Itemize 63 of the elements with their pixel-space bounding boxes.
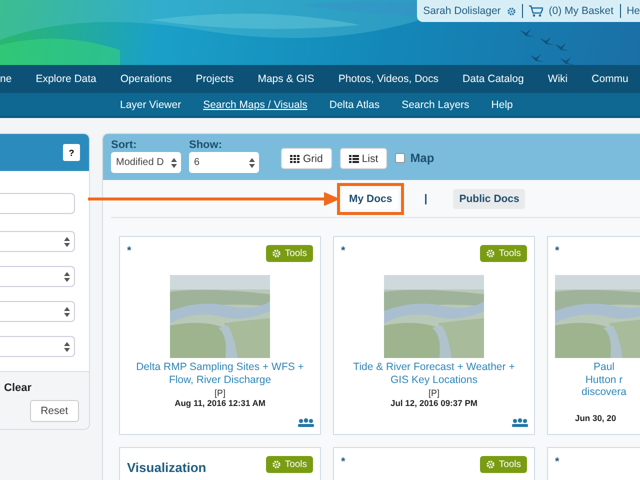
map-checkbox[interactable] [395, 153, 406, 163]
help-link[interactable]: He [626, 5, 640, 17]
star-mark: * [127, 245, 132, 257]
clear-link[interactable]: Clear [4, 382, 32, 394]
select-field[interactable] [0, 266, 75, 287]
doc-title-link[interactable]: Paul Hutton r discovera [575, 361, 633, 399]
doc-title-link[interactable]: Tide & River Forecast + Weather + GIS Key Locations [341, 361, 527, 386]
tab[interactable]: Public Docs [453, 188, 526, 208]
gear-icon [486, 460, 495, 469]
select-field[interactable] [0, 336, 75, 357]
doc-flag-label: [P] [214, 388, 226, 398]
sub-nav-item[interactable]: Layer Viewer [120, 98, 182, 110]
star-mark: * [555, 456, 560, 468]
select-arrows-icon [171, 158, 177, 168]
nav-item[interactable]: Explore Data [24, 73, 108, 85]
nav-item[interactable]: ne [0, 73, 24, 85]
map-label: Map [410, 151, 434, 165]
show-select[interactable]: 6 [189, 152, 259, 173]
select-arrows-icon [64, 272, 70, 282]
doc-title-link[interactable]: Delta RMP Sampling Sites + WFS + Flow, River Discharge [127, 361, 313, 386]
grid-button[interactable]: Grid [281, 148, 332, 169]
sub-nav-item[interactable]: Help [491, 98, 513, 110]
select-arrows-icon [64, 342, 70, 352]
select-field[interactable] [0, 231, 75, 252]
select-arrows-icon [64, 306, 70, 316]
nav-item[interactable]: Projects [184, 73, 246, 85]
list-icon [348, 154, 359, 162]
tab-separator: | [424, 192, 428, 204]
sort-select[interactable]: Modified D [111, 152, 181, 173]
doc-date: Aug 11, 2016 12:31 AM [174, 398, 266, 408]
tab[interactable]: My Docs [343, 188, 398, 208]
nav-item[interactable]: Photos, Videos, Docs [326, 73, 451, 85]
gear-icon [272, 460, 281, 469]
star-mark: * [555, 245, 560, 257]
reset-button[interactable]: Reset [30, 400, 79, 422]
select-field[interactable] [0, 301, 75, 322]
card-heading: Visualization [127, 460, 206, 475]
gear-icon [272, 249, 281, 258]
star-mark: * [341, 245, 346, 257]
grid-icon [290, 154, 300, 162]
star-mark: * [341, 456, 346, 468]
basket-link[interactable]: (0) My Basket [548, 5, 614, 17]
sub-nav-item[interactable]: Delta Atlas [329, 98, 380, 110]
sub-nav-item[interactable]: Search Maps / Visuals [203, 98, 308, 110]
nav-item[interactable]: Commu [580, 73, 640, 85]
gear-icon [486, 249, 495, 258]
help-button[interactable]: ? [63, 144, 80, 161]
list-button[interactable]: List [340, 148, 388, 169]
select-arrows-icon [64, 236, 70, 246]
nav-item[interactable]: Operations [108, 73, 184, 85]
cart-icon[interactable] [528, 5, 543, 17]
doc-date: Jul 12, 2016 09:37 PM [390, 398, 478, 408]
nav-item[interactable]: Data Catalog [450, 73, 536, 85]
nav-item[interactable]: Maps & GIS [246, 73, 326, 85]
sort-label: Sort: [111, 139, 138, 151]
doc-date: Jun 30, 20 [575, 412, 616, 423]
doc-flag-label: [P] [428, 388, 440, 398]
show-label: Show: [189, 139, 223, 151]
input-field[interactable] [0, 193, 75, 214]
select-arrows-icon [249, 158, 255, 168]
gear-icon [506, 6, 516, 16]
nav-item[interactable]: Wiki [536, 73, 580, 85]
sub-nav-item[interactable]: Search Layers [402, 98, 470, 110]
